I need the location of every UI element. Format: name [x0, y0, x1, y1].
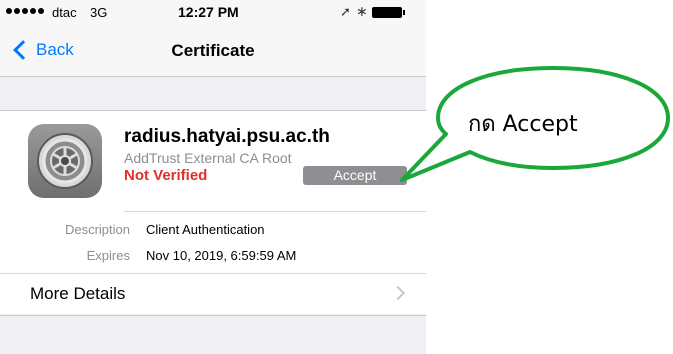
- certificate-summary: radius.hatyai.psu.ac.th AddTrust Externa…: [0, 110, 426, 212]
- battery-icon: [372, 7, 405, 18]
- callout-text: กด Accept: [468, 112, 578, 137]
- settings-gear-icon: [28, 124, 102, 198]
- certificate-details: Description Client Authentication Expire…: [0, 211, 426, 316]
- chevron-right-icon: [390, 285, 406, 301]
- expires-value: Nov 10, 2019, 6:59:59 AM: [146, 248, 297, 263]
- verification-status: Not Verified: [124, 167, 208, 184]
- carrier-name: dtac: [52, 5, 77, 20]
- expires-label: Expires: [86, 248, 130, 263]
- status-time: 12:27 PM: [178, 4, 239, 20]
- location-icon: ➚: [340, 4, 351, 19]
- divider: [124, 211, 426, 212]
- signal-strength-icon: [6, 8, 44, 14]
- phone-screen: dtac 3G 12:27 PM ➚ ∗ Back Certificate ra…: [0, 0, 426, 354]
- navigation-bar: Back Certificate: [0, 26, 426, 77]
- accept-button[interactable]: Accept: [303, 166, 407, 185]
- more-details-label: More Details: [30, 284, 126, 303]
- more-details-row[interactable]: More Details: [0, 273, 426, 316]
- status-bar: dtac 3G 12:27 PM ➚ ∗: [0, 0, 426, 26]
- description-label: Description: [64, 222, 130, 237]
- bluetooth-icon: ∗: [356, 3, 368, 19]
- screenshot-stage: dtac 3G 12:27 PM ➚ ∗ Back Certificate ra…: [0, 0, 673, 354]
- page-title: Certificate: [171, 41, 255, 60]
- certificate-issuer: AddTrust External CA Root: [124, 150, 292, 166]
- description-value: Client Authentication: [146, 222, 265, 237]
- certificate-name: radius.hatyai.psu.ac.th: [124, 126, 330, 147]
- network-type: 3G: [90, 5, 108, 20]
